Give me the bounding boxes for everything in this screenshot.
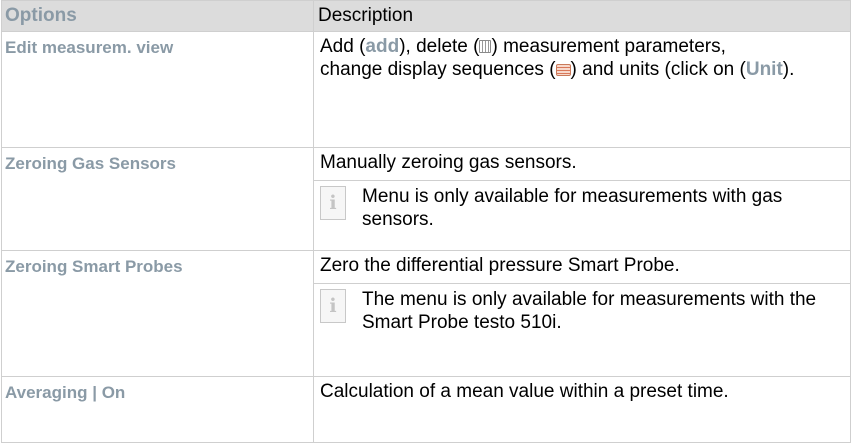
info-note: i Menu is only available for measurement… (314, 180, 850, 235)
option-zeroing-smart-probes: Zeroing Smart Probes (1, 250, 314, 377)
option-zeroing-gas-sensors: Zeroing Gas Sensors (1, 147, 314, 251)
info-icon: i (320, 289, 346, 323)
description-cell: Manually zeroing gas sensors. i Menu is … (313, 147, 851, 251)
info-note: i The menu is only available for measure… (314, 283, 850, 338)
description-text: change display sequences ( (320, 59, 556, 80)
table-header-row: Options Description (1, 0, 851, 32)
description-cell: Zero the differential pressure Smart Pro… (313, 250, 851, 377)
unit-keyword: Unit (745, 59, 783, 80)
description-text: ) measurement parameters, (491, 36, 726, 57)
list-order-icon (555, 64, 571, 76)
table-row: Zeroing Smart Probes Zero the differenti… (1, 250, 851, 377)
description-text: ), delete ( (399, 36, 480, 57)
description-text: ). (782, 59, 795, 80)
description-cell: Calculation of a mean value within a pre… (313, 376, 851, 443)
add-keyword: add (365, 36, 400, 57)
option-averaging-on: Averaging | On (1, 376, 314, 443)
description-text: Calculation of a mean value within a pre… (320, 381, 729, 402)
note-text: Menu is only available for measurements … (362, 186, 783, 230)
description-text: Zero the differential pressure Smart Pro… (320, 255, 680, 276)
description-text: ) and units (click on ( (570, 59, 746, 80)
table-row: Averaging | On Calculation of a mean val… (1, 376, 851, 443)
description-cell: Add (add), delete ( ) measurement paramet… (313, 31, 851, 148)
table-row: Edit measurem. view Add (add), delete ()… (1, 31, 851, 148)
option-edit-measurement-view: Edit measurem. view (1, 31, 314, 148)
header-options: Options (1, 0, 314, 32)
info-icon: i (320, 186, 346, 220)
trash-icon (479, 40, 492, 53)
note-text: The menu is only available for measureme… (362, 289, 817, 333)
table-row: Zeroing Gas Sensors Manually zeroing gas… (1, 147, 851, 251)
description-text: Manually zeroing gas sensors. (320, 152, 577, 173)
options-table: Options Description Edit measurem. view … (1, 0, 851, 443)
header-description: Description (313, 0, 851, 32)
description-text: Add ( (320, 36, 366, 57)
